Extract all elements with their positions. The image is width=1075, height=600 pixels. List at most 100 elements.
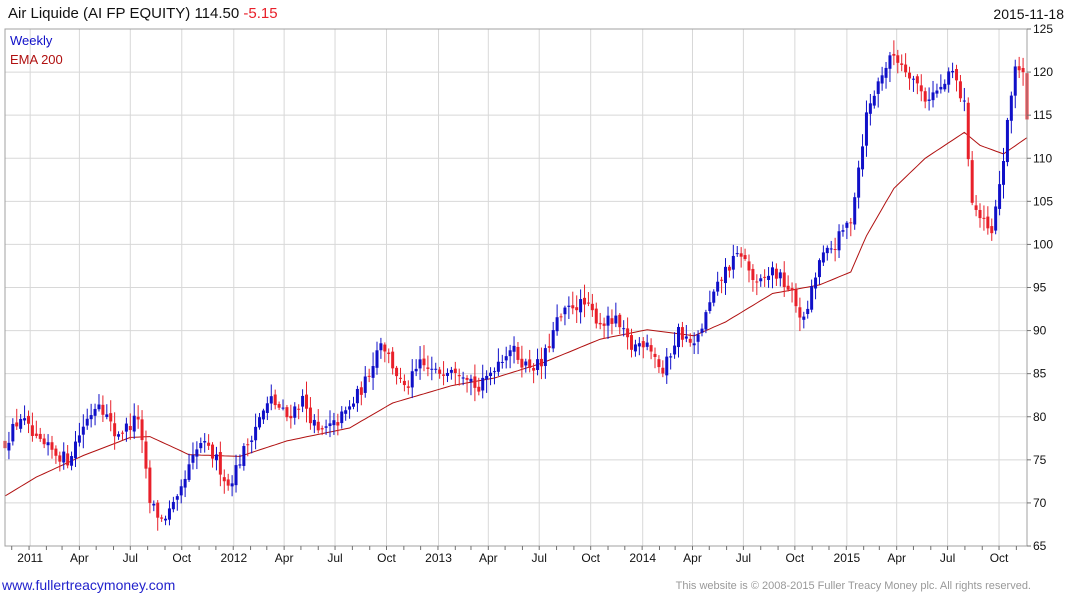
y-tick-label: 85 [1033,367,1047,381]
candle-body [994,206,998,231]
x-tick-label: Apr [479,551,498,565]
candle-body [923,91,927,102]
candle-body [864,112,868,146]
candle-body [258,417,262,428]
candle-body [688,338,692,343]
x-tick-label: Oct [377,551,396,565]
candle-body [861,146,865,170]
x-tick-label: Oct [990,551,1009,565]
candle-body [1017,66,1021,71]
candle-body [171,501,175,510]
candle-body [618,314,622,328]
x-tick-label: Apr [887,551,906,565]
candle-body [387,352,391,355]
candle-body [708,302,712,312]
x-tick-label: Oct [786,551,805,565]
candle-body [242,446,246,466]
candle-body [919,85,923,92]
candle-body [755,281,759,283]
candle-body [422,358,426,366]
candle-body [798,307,802,318]
candle-body [888,55,892,69]
candle-body [203,441,207,443]
candle-body [113,423,117,437]
candle-body [175,496,179,500]
candle-body [187,464,191,480]
candle-body [1002,160,1006,185]
candle-body [277,404,281,408]
candle-body [606,315,610,326]
candle-body [11,423,15,442]
candle-body [418,359,422,369]
candle-body [395,367,399,377]
candle-body [355,388,359,404]
y-tick-label: 70 [1033,496,1047,510]
candle-body [610,318,614,324]
candle-body [105,414,109,417]
candle-body [657,359,661,368]
candle-body [904,64,908,73]
candle-body [939,86,943,90]
candle-body [990,226,994,234]
candle-body [982,217,986,219]
candle-body [398,377,402,379]
candle-body [872,95,876,106]
candle-body [986,216,990,229]
candle-body [680,327,684,340]
x-tick-label: Jul [123,551,138,565]
candle-body [857,167,861,198]
candle-body [743,255,747,259]
candle-body [410,371,414,388]
candle-body [128,426,132,431]
candle-body [759,278,763,282]
candle-body [786,285,790,290]
candle-body [500,361,504,363]
candle-body [226,479,230,486]
candle-body [579,299,583,313]
candle-body [97,404,101,410]
candle-body [539,358,543,367]
candle-body [344,410,348,414]
candle-body [892,53,896,56]
candle-body [563,307,567,315]
candle-body [54,448,58,456]
site-link[interactable]: www.fullertreacymoney.com [2,577,175,593]
candle-body [884,67,888,78]
candle-body [316,421,320,431]
candle-body [465,377,469,380]
candle-body [250,440,254,442]
x-tick-label: Jul [736,551,751,565]
candle-body [199,443,203,449]
x-tick-label: Apr [275,551,294,565]
candle-body [348,406,352,410]
candle-body [935,90,939,94]
candle-body [955,69,959,81]
y-tick-label: 75 [1033,453,1047,467]
x-tick-label: Jul [532,551,547,565]
candle-body [457,375,461,377]
x-tick-label: 2012 [220,551,247,565]
candle-body [234,465,238,486]
candle-body [1013,66,1017,96]
y-tick-label: 90 [1033,324,1047,338]
candle-body [602,323,606,326]
candle-body [160,517,164,519]
candle-body [442,374,446,376]
candle-body [731,255,735,270]
candle-body [124,423,128,432]
candle-body [810,286,814,310]
candle-body [269,396,273,404]
candle-body [641,341,645,348]
candle-body [630,335,634,350]
candle-body [958,81,962,99]
x-tick-label: Oct [581,551,600,565]
candle-body [26,415,30,424]
x-tick-label: 2015 [834,551,861,565]
y-tick-label: 95 [1033,281,1047,295]
candle-body [214,454,218,461]
candle-body [571,305,575,309]
candle-body [927,99,931,101]
candle-body [132,415,136,432]
candle-body [477,386,481,392]
y-tick-label: 65 [1033,539,1047,553]
